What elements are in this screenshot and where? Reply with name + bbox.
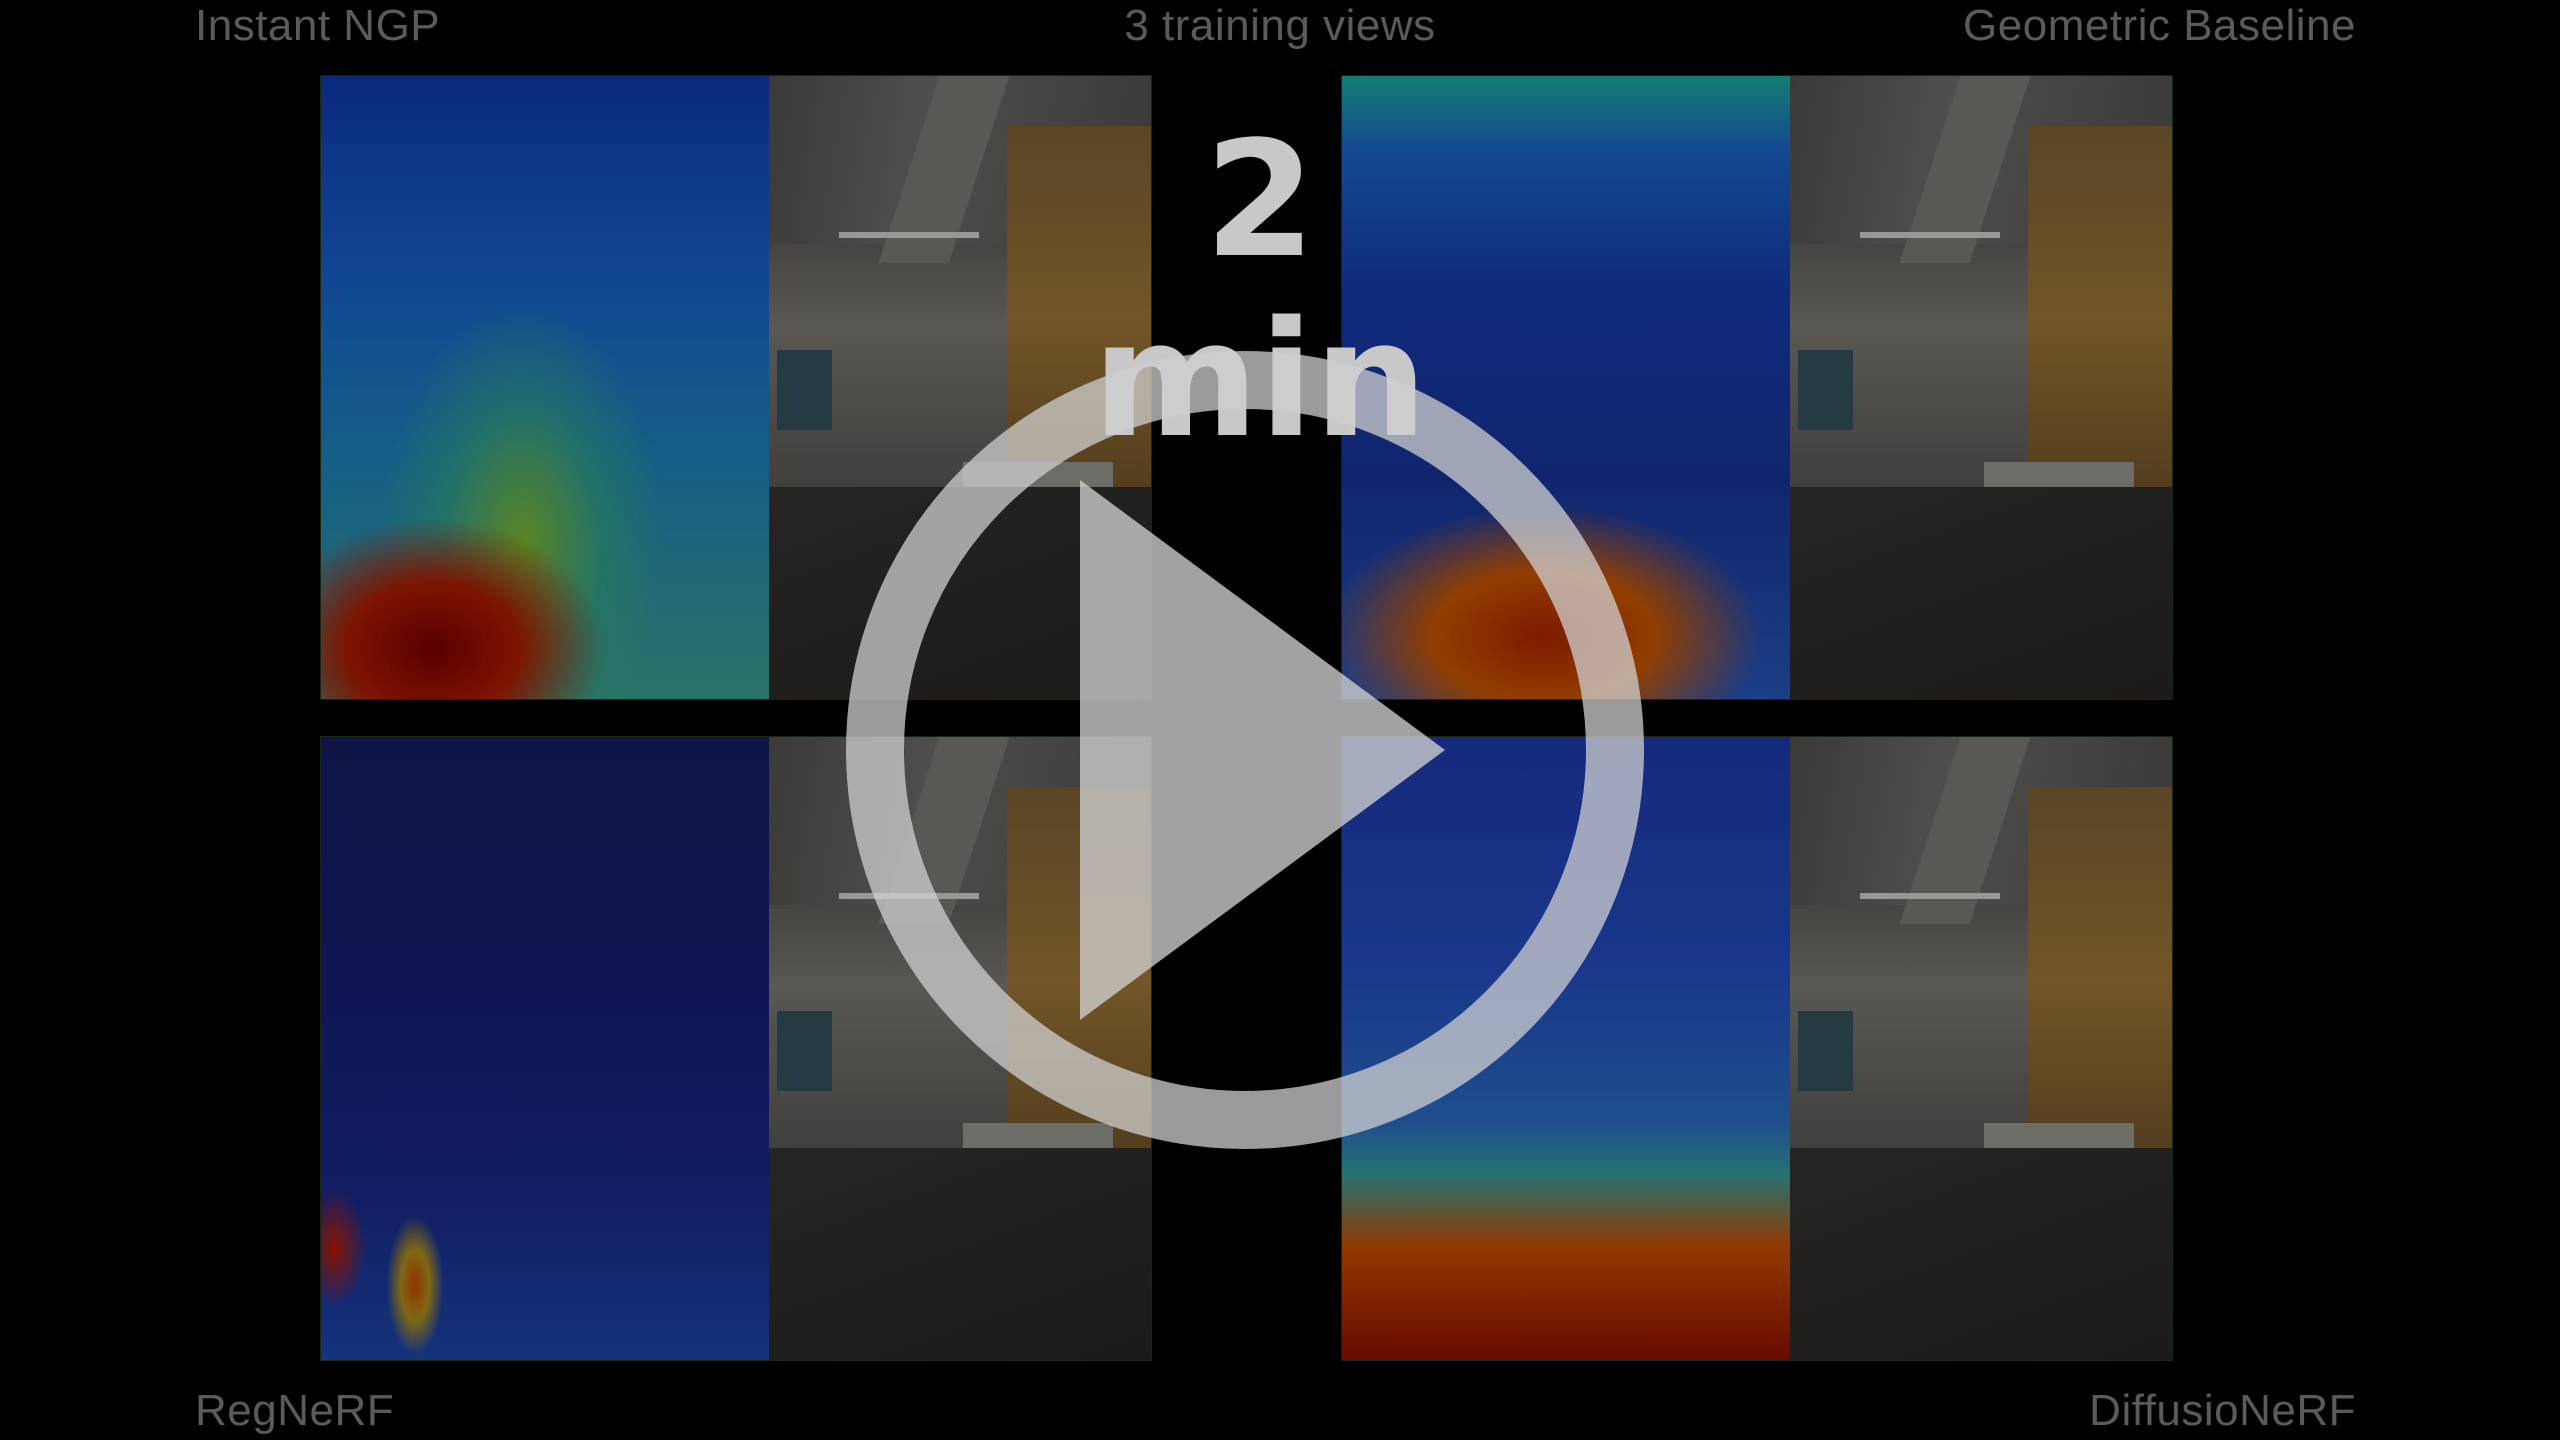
play-button[interactable] [845,350,1645,1150]
method-label-diffusionerf: DiffusioNeRF [2089,1386,2356,1435]
method-label-regnerf: RegNeRF [195,1386,395,1435]
method-label-instant-ngp: Instant NGP [195,1,441,50]
depth-map-image [321,737,769,1360]
play-circle-icon [846,351,1644,1149]
rgb-render-image [1790,76,2172,699]
depth-map-image [321,76,769,699]
method-label-geometric-baseline: Geometric Baseline [1963,1,2356,50]
training-views-label: 3 training views [1124,1,1436,50]
rgb-render-image [1790,737,2172,1360]
